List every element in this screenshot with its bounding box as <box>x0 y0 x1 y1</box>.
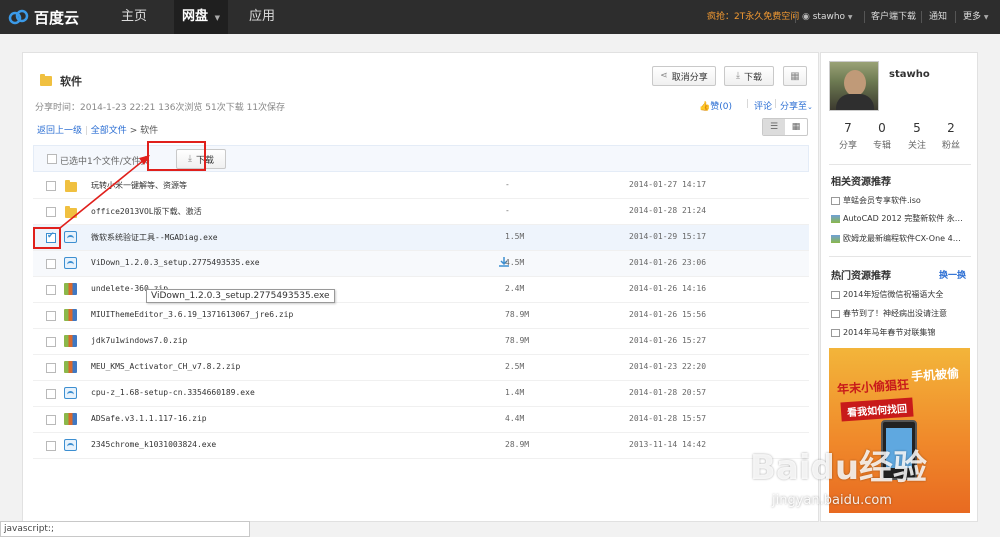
ad-line3: 看我如何找回 <box>840 397 914 422</box>
stat-shares[interactable]: 7 分享 <box>833 121 863 151</box>
hot-item-label: 2014年马年春节对联集锦 <box>843 328 936 337</box>
hot-item-label: 2014年短信微信祝福语大全 <box>843 290 944 299</box>
related-item-label: 草蜢会员专享软件.iso <box>843 196 921 205</box>
watermark-url: jingyan.baidu.com <box>772 493 892 508</box>
stat-albums[interactable]: 0 专辑 <box>867 121 897 151</box>
image-icon <box>831 214 840 223</box>
ad-line2: 手机被偷 <box>910 366 960 384</box>
hot-item[interactable]: 春节到了！神经病出没请注意 <box>831 308 947 319</box>
document-icon <box>831 309 840 318</box>
stat-label: 专辑 <box>872 141 891 151</box>
watermark-logo: Baidu经验 <box>750 448 928 488</box>
document-icon <box>831 290 840 299</box>
ad-line1: 年末小偷猖狂 <box>836 377 910 397</box>
stat-label: 粉丝 <box>941 141 960 151</box>
document-icon <box>831 328 840 337</box>
profile-name[interactable]: stawho <box>889 69 930 80</box>
stat-value: 5 <box>913 121 921 135</box>
stat-label: 关注 <box>907 141 926 151</box>
stat-value: 7 <box>844 121 852 135</box>
related-heading: 相关资源推荐 <box>831 177 891 188</box>
related-item[interactable]: AutoCAD 2012 完整新软件 永… <box>831 213 963 224</box>
stat-value: 0 <box>878 121 886 135</box>
image-icon <box>831 234 840 243</box>
stat-fans[interactable]: 2 粉丝 <box>936 121 966 151</box>
divider <box>829 164 971 165</box>
stat-value: 2 <box>947 121 955 135</box>
browser-status-bar: javascript:; <box>0 521 250 537</box>
document-icon <box>831 196 840 205</box>
related-item-label: 欧姆龙最新编程软件CX-One 4… <box>843 234 961 243</box>
related-item[interactable]: 草蜢会员专享软件.iso <box>831 195 921 206</box>
stat-label: 分享 <box>838 141 857 151</box>
hot-item[interactable]: 2014年短信微信祝福语大全 <box>831 289 943 300</box>
related-item[interactable]: 欧姆龙最新编程软件CX-One 4… <box>831 233 961 244</box>
filename-tooltip: ViDown_1.2.0.3_setup.2775493535.exe <box>146 289 335 303</box>
hot-item[interactable]: 2014年马年春节对联集锦 <box>831 327 935 338</box>
avatar[interactable] <box>829 61 879 111</box>
related-item-label: AutoCAD 2012 完整新软件 永… <box>843 214 963 223</box>
hot-heading: 热门资源推荐 <box>831 271 891 282</box>
swap-link[interactable]: 换一换 <box>939 268 966 281</box>
stat-following[interactable]: 5 关注 <box>902 121 932 151</box>
divider <box>829 256 971 257</box>
hot-item-label: 春节到了！神经病出没请注意 <box>843 309 947 318</box>
